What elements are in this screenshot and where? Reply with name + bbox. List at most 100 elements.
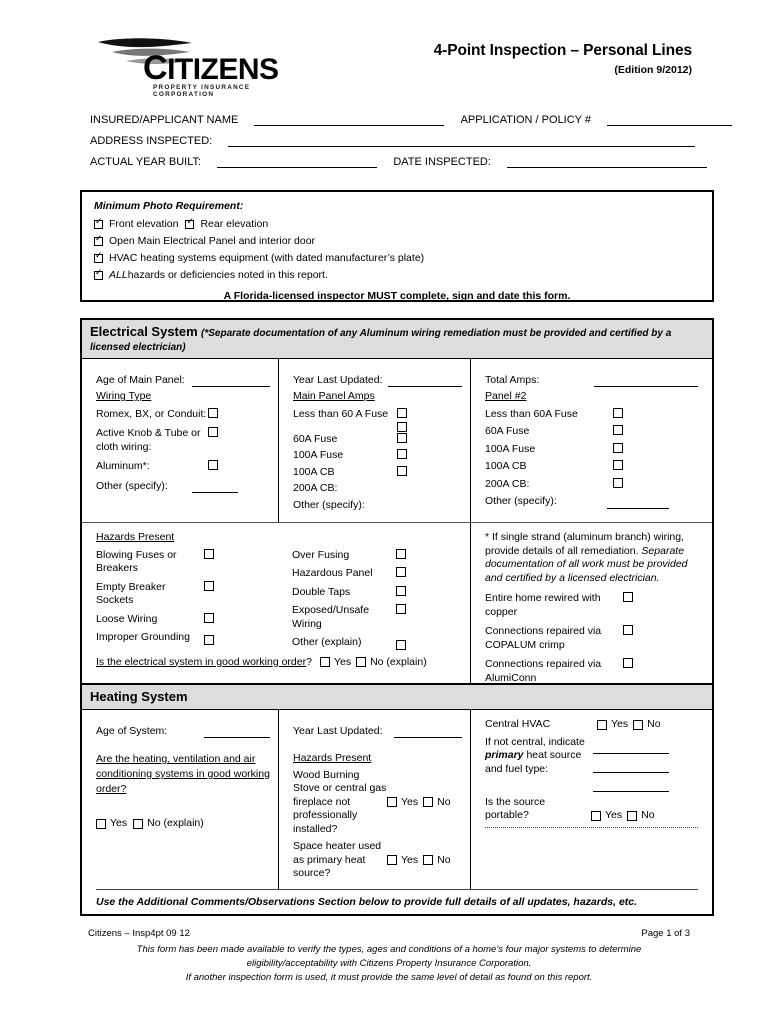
checkbox-open-main-panel[interactable] [94,234,103,246]
hazard-double-taps[interactable]: Double Taps [292,585,462,600]
checkbox-wood-stove-yes[interactable] [387,797,397,808]
checkbox-hazard-other[interactable] [396,639,406,650]
checkbox-front-elevation[interactable] [94,217,103,229]
year-built-input[interactable] [217,154,378,168]
checkbox-empty-breaker[interactable] [204,580,214,591]
checkbox-entire-home-rewired[interactable] [623,592,633,602]
checkbox-p2-100a-fuse[interactable] [613,442,623,453]
year-last-updated-input[interactable] [388,375,462,387]
checkbox-hazardous-panel[interactable] [396,567,406,577]
hazard-blowing-fuses[interactable]: Blowing Fuses or Breakers [96,548,292,576]
total-amps-input[interactable] [594,375,698,387]
primary-heat-input-2[interactable] [593,761,669,773]
wiring-option-romex[interactable]: Romex, BX, or Conduit: [96,407,270,422]
panel2-other-input[interactable] [607,497,669,509]
electrical-section-header: Electrical System (*Separate documentati… [82,320,712,359]
checkbox-copalum-crimp[interactable] [623,625,633,635]
checkbox-heating-good-no[interactable] [133,818,144,829]
amps-option-100af[interactable]: 100A Fuse [293,449,462,463]
checkbox-p2-100a-cb[interactable] [613,460,623,470]
insured-label: INSURED/APPLICANT NAME [90,114,239,126]
hazard-exposed-wiring[interactable]: Exposed/Unsafe Wiring [292,604,462,631]
panel2-option-less60[interactable]: Less than 60A Fuse [485,407,698,422]
panel2-option-60a[interactable]: 60A Fuse [485,425,698,439]
checkbox-blowing-fuses[interactable] [204,548,214,559]
heating-heading-title: Heating System [90,689,188,704]
checkbox-p2-less-60a-fuse[interactable] [613,407,623,418]
checkbox-double-taps[interactable] [396,585,406,596]
checkbox-p2-60a-fuse[interactable] [613,425,623,435]
wiring-other-input[interactable] [192,481,238,493]
checkbox-electrical-good-no[interactable] [356,657,367,668]
hazard-loose-wiring[interactable]: Loose Wiring [96,612,292,627]
primary-heat-input-1[interactable] [593,742,669,754]
primary-heat-input-3[interactable] [593,780,669,792]
year-last-updated-row: Year Last Updated: [293,367,462,387]
checkbox-hvac-equipment[interactable] [94,251,103,263]
checkbox-central-hvac-no[interactable] [633,719,644,730]
checkbox-all-hazards[interactable] [94,268,103,280]
heating-age-input[interactable] [204,726,270,738]
checkbox-alumiconn[interactable] [623,658,633,668]
checkbox-over-fusing[interactable] [396,548,406,559]
remediation-rewired[interactable]: Entire home rewired with copper [485,592,698,619]
hazard-improper-grounding[interactable]: Improper Grounding [96,631,292,645]
checkbox-central-hvac-yes[interactable] [597,719,607,730]
primary-heat-source-block: If not central, indicate primary heat so… [485,736,698,792]
checkbox-romex[interactable] [208,407,218,418]
checkbox-rear-elevation[interactable] [185,217,195,229]
heating-year-input[interactable] [394,726,462,738]
checkbox-portable-no[interactable] [627,810,638,821]
hazard-hazardous-panel[interactable]: Hazardous Panel [292,567,462,581]
hazard-over-fusing[interactable]: Over Fusing [292,548,462,563]
space-heater-no-label: No [437,853,451,866]
hazards-left-list: Blowing Fuses or Breakers Empty Breaker … [96,548,292,654]
wiring-option-aluminum[interactable]: Aluminum*: [96,460,270,474]
electrical-heading-title: Electrical System [90,324,198,339]
panel2-option-60a-label: 60A Fuse [485,425,530,437]
checkbox-aluminum[interactable] [208,460,218,470]
hazard-empty-breaker[interactable]: Empty Breaker Sockets [96,580,292,608]
amps-option-200cb[interactable]: 200A CB: [293,482,462,496]
hazard-other-label: Other (explain) [292,636,362,648]
checkbox-wood-stove-no[interactable] [423,797,434,808]
policy-input[interactable] [607,112,733,126]
checkbox-loose-wiring[interactable] [204,612,214,623]
date-inspected-input[interactable] [507,154,708,168]
checkbox-portable-yes[interactable] [591,810,601,821]
remediation-copalum[interactable]: Connections repaired via COPALUM crimp [485,625,698,652]
checkbox-100a-cb[interactable] [397,465,407,476]
heating-good-order-question: Are the heating, ventilation and air con… [96,753,270,795]
panel2-option-100af[interactable]: 100A Fuse [485,442,698,457]
checkbox-exposed-wiring[interactable] [396,604,406,614]
remediation-alumiconn[interactable]: Connections repaired via AlumiConn [485,658,698,685]
insured-input[interactable] [254,112,445,126]
wiring-option-knob-tube[interactable]: Active Knob & Tube or cloth wiring: [96,427,270,454]
amps-option-100cb[interactable]: 100A CB [293,465,462,480]
checkbox-improper-grounding[interactable] [204,634,214,645]
heating-system-section: Heating System Age of System: Are the he… [80,683,714,916]
wood-stove-yes-label: Yes [401,795,419,808]
checkbox-100a-fuse[interactable] [397,449,407,459]
checkbox-heating-good-yes[interactable] [96,818,106,829]
heating-hazard-space-heater: Space heater used as primary heat source… [293,840,462,881]
checkbox-60a-fuse[interactable] [397,432,407,443]
checkbox-knob-tube[interactable] [208,427,218,437]
checkbox-p2-200a-cb[interactable] [613,477,623,488]
checkbox-electrical-good-yes[interactable] [319,657,330,668]
age-main-panel-input[interactable] [192,375,270,387]
hazard-other[interactable]: Other (explain) [292,636,462,650]
amps-option-60a[interactable]: 60A Fuse [293,432,462,447]
heating-hazard-wood-stove-label: Wood Burning Stove or central gas firepl… [293,768,387,835]
checkbox-space-heater-no[interactable] [423,855,434,866]
address-input[interactable] [228,133,696,147]
amps-option-less60[interactable]: Less than 60 A Fuse [293,407,462,432]
panel2-option-200cb[interactable]: 200A CB: [485,477,698,492]
checkbox-less-60a-fuse[interactable] [397,407,407,418]
year-built-label: ACTUAL YEAR BUILT: [90,156,202,168]
checkbox-less-60a-fuse-alt[interactable] [397,421,407,432]
checkbox-space-heater-yes[interactable] [387,855,397,866]
amps-option-200cb-label: 200A CB: [293,482,338,494]
panel2-option-100cb[interactable]: 100A CB [485,460,698,474]
heating-year-label: Year Last Updated: [293,724,383,737]
